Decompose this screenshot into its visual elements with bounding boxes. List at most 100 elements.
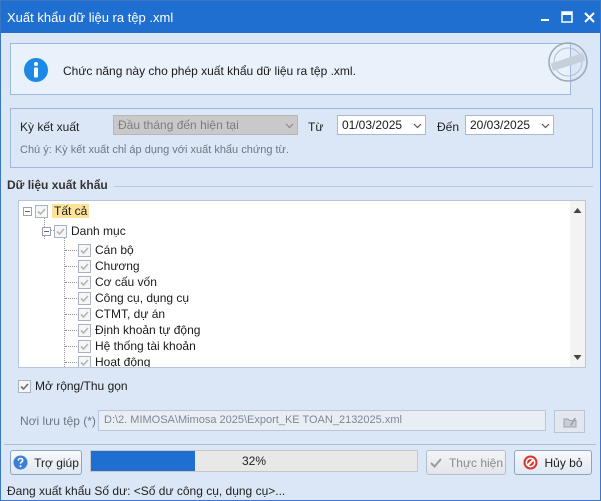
tree-item[interactable]: Chương	[78, 258, 140, 274]
title-bar: Xuất khẩu dữ liệu ra tệp .xml	[1, 1, 600, 33]
checkbox[interactable]	[78, 339, 91, 353]
maximize-button[interactable]	[556, 1, 578, 33]
checkbox[interactable]	[78, 243, 91, 257]
stamp-logo	[548, 42, 588, 82]
export-group-title: Dữ liệu xuất khẩu	[7, 178, 108, 192]
check-icon	[20, 382, 29, 390]
collapse-icon[interactable]	[42, 226, 51, 236]
check-icon	[80, 262, 89, 270]
execute-label: Thực hiện	[448, 455, 504, 470]
tree-node-label: Tất cả	[52, 204, 90, 218]
tree-connector	[65, 362, 77, 363]
tree-item[interactable]: Cán bộ	[78, 242, 134, 258]
tree-node-category[interactable]: Danh mục	[42, 223, 126, 239]
tree-scrollbar[interactable]	[570, 201, 585, 367]
checkbox[interactable]	[54, 224, 67, 238]
period-label: Kỳ kết xuất	[20, 120, 80, 134]
tree-item-label: Chương	[95, 259, 140, 273]
help-button[interactable]: Trợ giúp	[10, 450, 82, 475]
checkbox[interactable]	[78, 275, 91, 289]
execute-button[interactable]: Thực hiện	[426, 450, 506, 475]
to-label: Đến	[437, 120, 460, 134]
tree-connector	[64, 237, 65, 367]
tree-connector	[65, 314, 77, 315]
export-progress-bar: 32%	[90, 450, 418, 472]
checkbox[interactable]	[78, 355, 91, 367]
tree-item-label: Định khoản tự động	[95, 323, 201, 337]
tree-connector	[65, 330, 77, 331]
check-icon	[80, 246, 89, 254]
check-icon	[37, 207, 46, 215]
scroll-up-icon[interactable]	[573, 206, 582, 215]
progress-text: 32%	[241, 454, 267, 468]
tree-item[interactable]: Hệ thống tài khoản	[78, 338, 196, 354]
footer-divider	[4, 444, 596, 445]
window-title: Xuất khẩu dữ liệu ra tệp .xml	[7, 9, 174, 25]
checkbox[interactable]	[78, 259, 91, 273]
tree-connector	[65, 298, 77, 299]
info-panel: Chức năng này cho phép xuất khẩu dữ liệu…	[10, 43, 571, 95]
checkbox[interactable]	[78, 323, 91, 337]
cancel-button[interactable]: Hủy bỏ	[514, 450, 592, 475]
check-icon	[80, 342, 89, 350]
close-button[interactable]	[578, 1, 600, 33]
group-divider	[114, 186, 593, 187]
tree-item[interactable]: Định khoản tự động	[78, 322, 200, 338]
tree-connector	[65, 282, 77, 283]
tree-item-label: Hệ thống tài khoản	[95, 339, 196, 353]
from-date-picker[interactable]: 01/03/2025	[337, 115, 426, 135]
tree-content: Tất cả Danh mục Cán bộ Chương Cơ cấu vốn…	[19, 201, 571, 367]
save-path-label: Nơi lưu tệp (*)	[20, 414, 96, 428]
tree-node-all[interactable]: Tất cả	[23, 203, 90, 219]
to-date-picker[interactable]: 20/03/2025	[465, 115, 554, 135]
tree-item-label: Hoạt động	[95, 355, 151, 368]
check-icon	[430, 457, 442, 468]
chevron-down-icon	[285, 123, 294, 129]
help-label: Trợ giúp	[34, 455, 79, 470]
maximize-icon	[561, 11, 573, 23]
check-icon	[80, 294, 89, 302]
checkbox[interactable]	[78, 291, 91, 305]
period-preset-value: Đầu tháng đến hiện tại	[118, 118, 239, 132]
save-path-field[interactable]: D:\2. MIMOSA\Mimosa 2025\Export_KE TOAN_…	[98, 410, 546, 431]
tree-item-label: Cán bộ	[95, 243, 134, 257]
folder-edit-icon	[563, 417, 576, 427]
minimize-button[interactable]	[534, 1, 556, 33]
checkbox[interactable]	[18, 379, 31, 393]
tree-item[interactable]: Hoạt động	[78, 354, 151, 368]
info-text: Chức năng này cho phép xuất khẩu dữ liệu…	[63, 64, 356, 78]
from-label: Từ	[308, 120, 324, 134]
tree-node-label: Danh mục	[71, 224, 126, 238]
tree-connector	[65, 266, 77, 267]
tree-item-label: Công cụ, dụng cụ	[95, 291, 190, 305]
help-icon	[13, 455, 28, 470]
browse-button[interactable]	[554, 410, 585, 433]
check-icon	[80, 278, 89, 286]
check-icon	[80, 358, 89, 366]
minimize-icon	[541, 19, 549, 21]
collapse-icon[interactable]	[23, 206, 32, 216]
from-date-value: 01/03/2025	[342, 118, 403, 132]
info-icon	[24, 58, 48, 82]
expand-collapse-label: Mở rộng/Thu gọn	[35, 379, 128, 393]
cancel-label: Hủy bỏ	[544, 455, 583, 470]
tree-item-label: Cơ cấu vốn	[95, 275, 157, 289]
close-icon	[583, 11, 595, 23]
tree-item[interactable]: Cơ cấu vốn	[78, 274, 157, 290]
tree-item[interactable]: Công cụ, dụng cụ	[78, 290, 189, 306]
chevron-down-icon	[413, 123, 422, 129]
cancel-icon	[523, 455, 538, 470]
chevron-down-icon	[541, 123, 550, 129]
export-tree[interactable]: Tất cả Danh mục Cán bộ Chương Cơ cấu vốn…	[18, 200, 586, 368]
period-preset-select[interactable]: Đầu tháng đến hiện tại	[113, 115, 298, 135]
expand-collapse-toggle[interactable]: Mở rộng/Thu gọn	[18, 379, 128, 393]
scroll-down-icon[interactable]	[573, 353, 582, 362]
to-date-value: 20/03/2025	[470, 118, 531, 132]
tree-item[interactable]: CTMT, dự án	[78, 306, 165, 322]
checkbox[interactable]	[78, 307, 91, 321]
checkbox[interactable]	[35, 204, 48, 218]
status-text: Đang xuất khẩu Số dư: <Số dư công cụ, dụ…	[7, 484, 286, 498]
tree-connector	[65, 250, 77, 251]
period-note: Chú ý: Kỳ kết xuất chỉ áp dụng với xuất …	[20, 144, 289, 156]
export-dialog: Xuất khẩu dữ liệu ra tệp .xml Chức năng …	[0, 0, 601, 501]
